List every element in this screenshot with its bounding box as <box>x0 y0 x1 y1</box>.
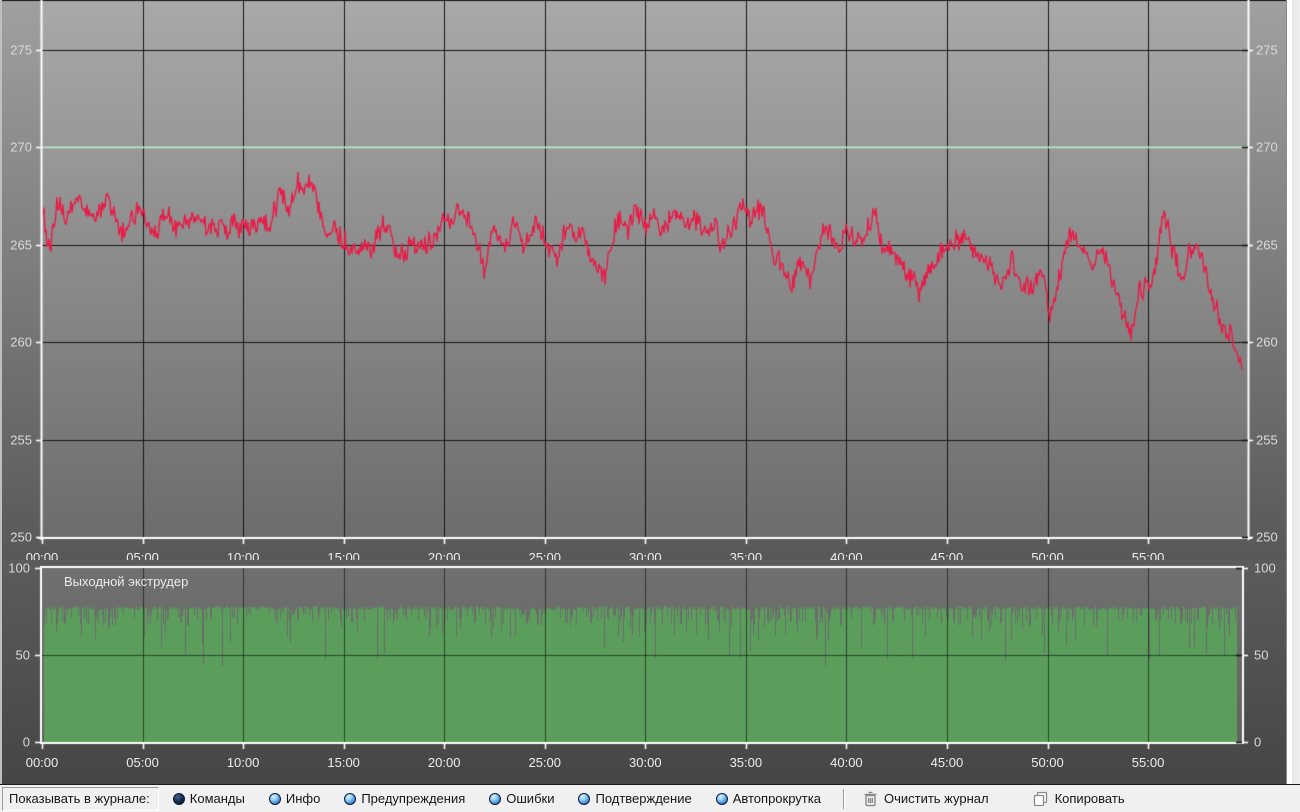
x-axis-tick-label: 05:00 <box>126 755 159 770</box>
x-axis-tick-label: 10:00 <box>227 755 260 770</box>
log-filter-toggle-6[interactable]: Автопрокрутка <box>710 789 827 808</box>
copy-icon <box>1033 791 1049 807</box>
x-axis-tick-label: 15:00 <box>327 755 360 770</box>
x-axis-tick-label: 30:00 <box>629 755 662 770</box>
window-left-border <box>0 0 2 784</box>
log-filter-toggle-3[interactable]: Предупреждения <box>338 789 471 808</box>
log-filter-label-box: Показывать в журнале: <box>2 787 159 811</box>
x-axis-tick-label: 40:00 <box>830 755 863 770</box>
vertical-scrollbar[interactable] <box>1286 0 1300 784</box>
y-axis-right-tick-label: 270 <box>1256 140 1278 155</box>
x-axis-tick-label: 25:00 <box>528 755 561 770</box>
x-axis-tick-label: 35:00 <box>730 755 763 770</box>
x-axis-tick-label: 50:00 <box>1031 755 1064 770</box>
copy-label: Копировать <box>1055 791 1125 806</box>
toolbar-separator <box>843 789 845 809</box>
clear-log-label: Очистить журнал <box>884 791 989 806</box>
log-filter-toggle-1[interactable]: Команды <box>167 789 251 808</box>
y-axis-left-tick-label: 100 <box>8 561 30 576</box>
led-indicator-icon <box>716 793 728 805</box>
y-axis-left-tick-label: 255 <box>10 432 32 447</box>
log-filter-label: Показывать в журнале: <box>9 791 150 806</box>
clear-log-button[interactable]: Очистить журнал <box>855 789 997 809</box>
led-indicator-icon <box>173 793 185 805</box>
y-axis-right-tick-label: 0 <box>1254 735 1261 750</box>
y-axis-left-tick-label: 0 <box>23 735 30 750</box>
y-axis-right-tick-label: 250 <box>1256 530 1278 545</box>
y-axis-left-tick-label: 260 <box>10 335 32 350</box>
log-filter-toggle-label: Предупреждения <box>361 791 465 806</box>
led-indicator-icon <box>269 793 281 805</box>
log-filter-toggle-label: Команды <box>190 791 245 806</box>
extruder-output-chart: Выходной экструдер 0 0 50 50 100 100 00:00 05:0… <box>0 560 1300 784</box>
x-axis-tick-label: 20:00 <box>428 755 461 770</box>
y-axis-left-tick-label: 275 <box>10 43 32 58</box>
copy-button[interactable]: Копировать <box>1025 789 1133 809</box>
y-axis-right-tick-label: 255 <box>1256 432 1278 447</box>
log-filter-toggle-4[interactable]: Ошибки <box>483 789 560 808</box>
y-axis-left-tick-label: 270 <box>10 140 32 155</box>
trend-monitor-window: 250 250 255 255 260 260 265 265 270 270 275 275 00:0… <box>0 0 1300 812</box>
log-filter-toggle-5[interactable]: Подтверждение <box>572 789 697 808</box>
temperature-trend-canvas[interactable] <box>0 0 1300 560</box>
y-axis-right-tick-label: 275 <box>1256 43 1278 58</box>
x-axis-tick-label: 45:00 <box>931 755 964 770</box>
temperature-trend-chart: 25025025525526026026526527027027527500:0… <box>0 0 1300 560</box>
log-filter-toggle-2[interactable]: Инфо <box>263 789 326 808</box>
y-axis-right-tick-label: 265 <box>1256 237 1278 252</box>
led-indicator-icon <box>344 793 356 805</box>
led-indicator-icon <box>578 793 590 805</box>
x-axis-tick-label: 00:00 <box>26 755 59 770</box>
extruder-output-canvas[interactable] <box>0 560 1300 784</box>
x-axis-tick-label: 55:00 <box>1132 755 1165 770</box>
log-filter-toggle-label: Автопрокрутка <box>733 791 821 806</box>
log-filter-toggle-label: Инфо <box>286 791 320 806</box>
y-axis-right-tick-label: 100 <box>1254 561 1276 576</box>
y-axis-left-tick-label: 50 <box>16 648 30 663</box>
y-axis-right-tick-label: 50 <box>1254 648 1268 663</box>
log-filter-toggle-label: Ошибки <box>506 791 554 806</box>
y-axis-left-tick-label: 265 <box>10 237 32 252</box>
trash-icon <box>863 791 878 807</box>
y-axis-right-tick-label: 260 <box>1256 335 1278 350</box>
y-axis-left-tick-label: 250 <box>10 530 32 545</box>
extruder-chart-title: Выходной экструдер <box>64 574 188 589</box>
log-toolbar: Показывать в журнале: Команды Инфо Предупр… <box>0 784 1300 812</box>
log-filter-toggles: Команды Инфо Предупреждения Ошибки Подтвержд… <box>167 789 839 808</box>
led-indicator-icon <box>489 793 501 805</box>
log-filter-toggle-label: Подтверждение <box>595 791 691 806</box>
